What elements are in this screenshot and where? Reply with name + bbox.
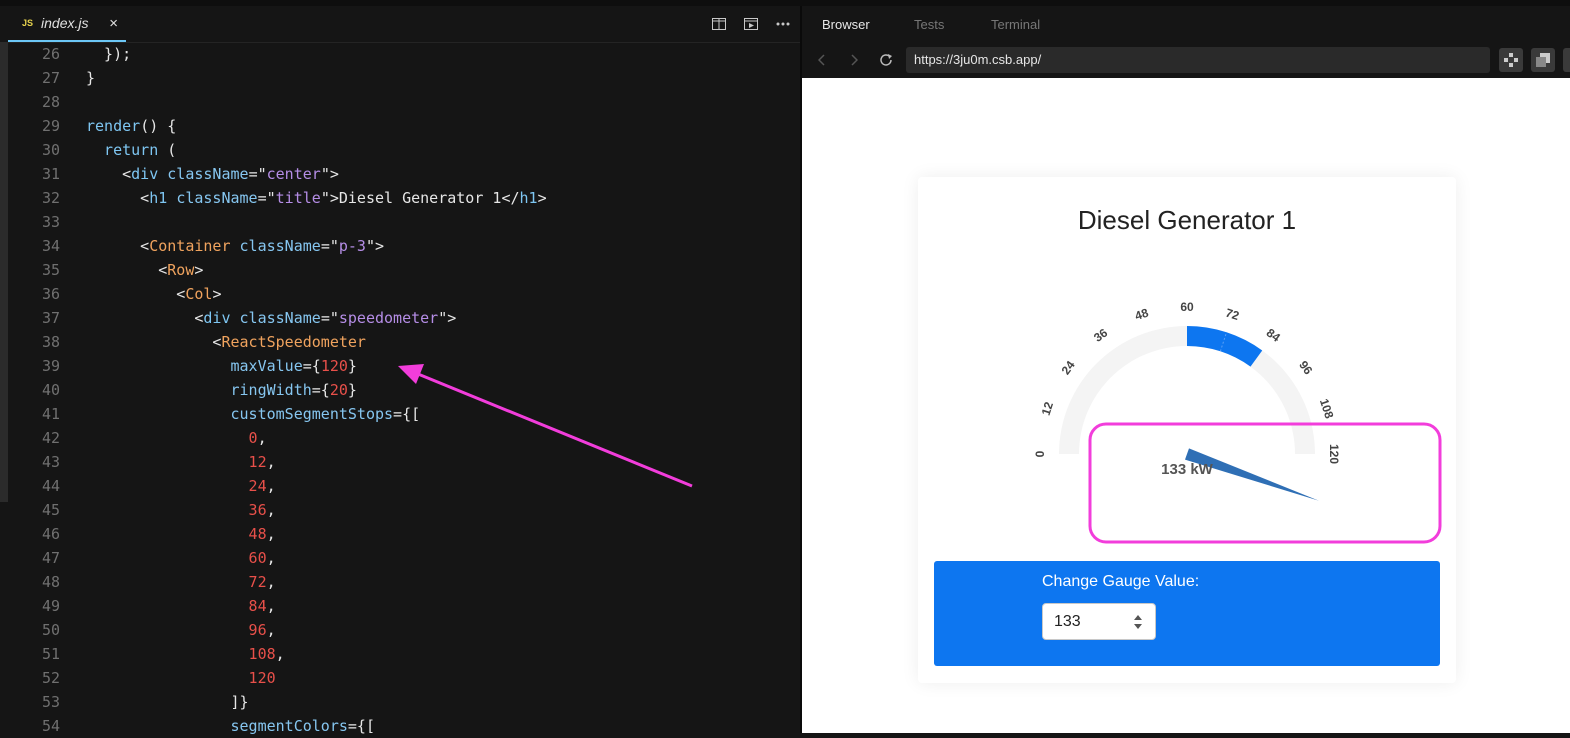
stepper-icon[interactable]: [1133, 614, 1143, 630]
change-gauge-label: Change Gauge Value:: [1042, 573, 1200, 590]
open-window-icon[interactable]: [1531, 48, 1555, 72]
url-input[interactable]: https://3ju0m.csb.app/: [906, 47, 1490, 73]
tab-terminal[interactable]: Terminal: [991, 17, 1040, 32]
gauge-tick-label: 72: [1224, 306, 1241, 324]
gauge-card: Diesel Generator 1 0 12 24 36 48 60 72 84 96 108 1…: [918, 177, 1456, 683]
annotation-arrow: [398, 364, 693, 488]
gauge-tick-label: 24: [1059, 358, 1078, 377]
code-editor: JS index.js × 26 }); 27} 28 29 render() {30 …: [0, 6, 800, 735]
gauge-tick-label: 0: [1033, 450, 1047, 457]
gauge-tick-label: 108: [1317, 397, 1337, 421]
gauge-tick-label: 120: [1327, 444, 1341, 464]
rendered-page: Diesel Generator 1 0 12 24 36 48 60 72 84 96 108 1…: [802, 78, 1570, 733]
gauge-highlight-segment: [1187, 326, 1263, 367]
tab-tests[interactable]: Tests: [914, 17, 944, 32]
gauge-value-text: 133 kW: [1161, 461, 1214, 478]
tab-browser[interactable]: Browser: [822, 17, 870, 32]
gauge-tick-label: 12: [1039, 400, 1057, 417]
gauge-tick-label: 48: [1133, 306, 1150, 324]
speedometer-gauge: 0 12 24 36 48 60 72 84 96 108 120 133 kW: [1033, 300, 1442, 544]
back-icon[interactable]: [812, 50, 832, 70]
gauge-control-panel: Change Gauge Value: 133: [934, 561, 1440, 666]
devtools-icon[interactable]: [1499, 48, 1523, 72]
gauge-tick-label: 96: [1296, 358, 1315, 377]
preview-pane: Browser Tests Terminal https://3ju0m.csb…: [802, 6, 1570, 733]
overflow-button[interactable]: [1563, 48, 1570, 72]
preview-tabs: Browser Tests Terminal: [802, 6, 1570, 42]
gauge-tick-label: 84: [1264, 326, 1283, 345]
forward-icon[interactable]: [844, 50, 864, 70]
refresh-icon[interactable]: [876, 50, 896, 70]
browser-nav-bar: https://3ju0m.csb.app/: [802, 42, 1570, 78]
gauge-value-text: 133: [1054, 613, 1081, 630]
gauge-tick-label: 36: [1091, 325, 1110, 344]
gauge-tick-label: 60: [1180, 300, 1194, 314]
gauge-value-input[interactable]: 133: [1042, 603, 1156, 640]
